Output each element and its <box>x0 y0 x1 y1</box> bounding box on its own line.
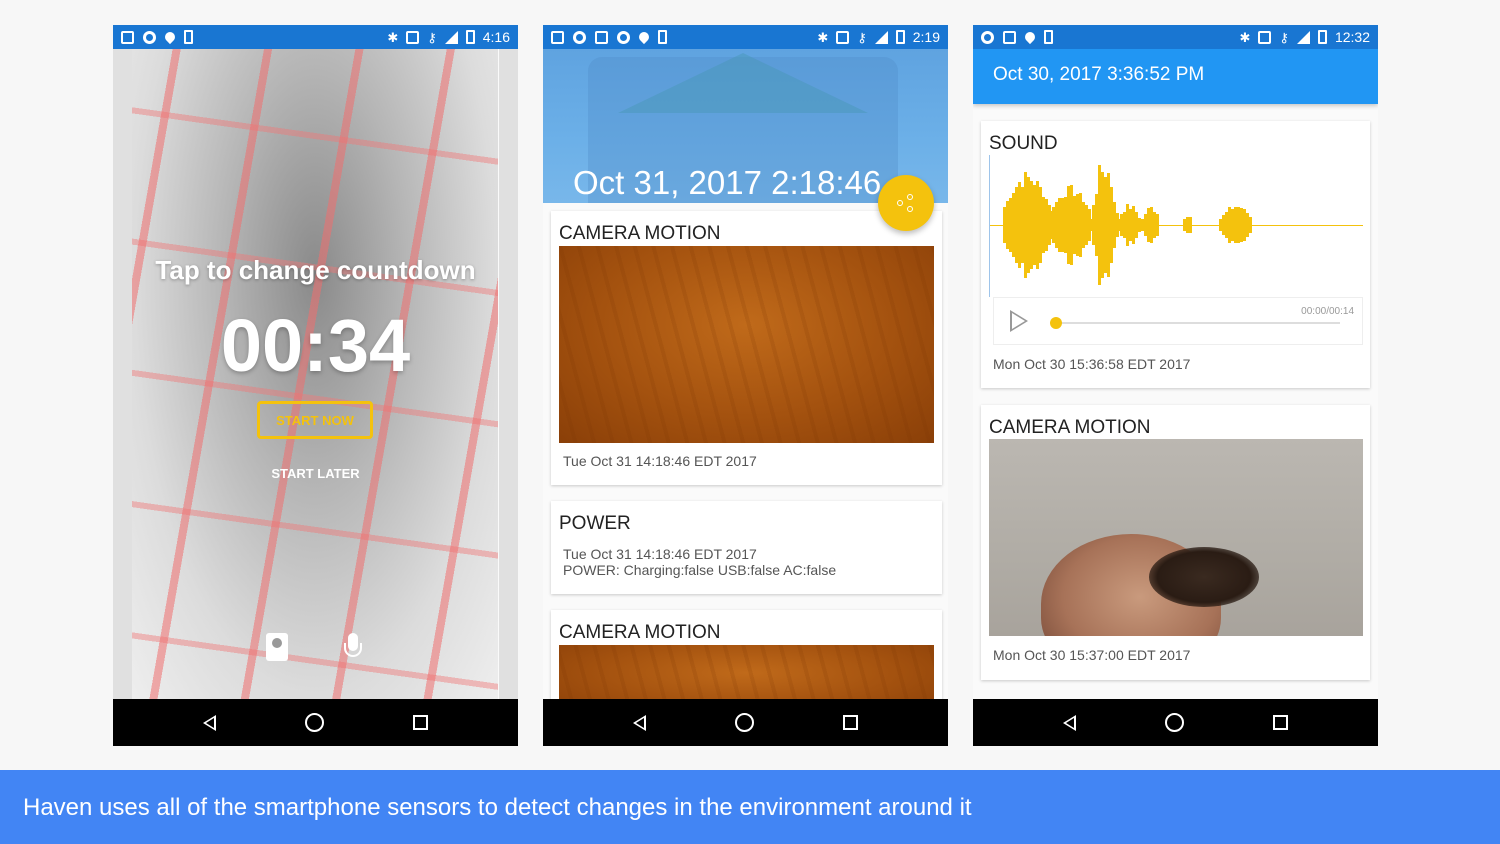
recents-icon[interactable] <box>1273 715 1289 730</box>
status-bar: ✱ ⚷ 2:19 <box>543 25 948 49</box>
video-icon <box>1003 30 1016 44</box>
share-button[interactable] <box>878 175 934 231</box>
play-icon[interactable] <box>1010 310 1028 332</box>
battery-icon <box>1317 30 1327 44</box>
event-card-camera[interactable]: CAMERA MOTION <box>551 610 942 715</box>
microphone-icon[interactable] <box>344 633 362 665</box>
bluetooth-icon: ✱ <box>817 29 829 45</box>
header-title: Oct 31, 2017 2:18:46… <box>573 164 915 201</box>
phone-screen-event-detail: ✱ ⚷ 12:32 Oct 30, 2017 3:36:52 PM SOUND … <box>973 25 1378 746</box>
card-detail: POWER: Charging:false USB:false AC:false <box>563 562 837 578</box>
countdown-instruction[interactable]: Tap to change countdown <box>113 255 518 286</box>
seek-thumb[interactable] <box>1050 317 1062 329</box>
signal-icon <box>444 30 458 44</box>
card-title: SOUND <box>989 133 1058 154</box>
back-icon[interactable] <box>632 714 646 731</box>
battery-icon <box>895 30 905 44</box>
image-notification-icon <box>121 30 134 44</box>
mail-icon <box>551 30 564 44</box>
status-time: 12:32 <box>1334 29 1370 45</box>
playback-time: 00:00/00:14 <box>1301 306 1354 317</box>
event-card-power[interactable]: POWER Tue Oct 31 14:18:46 EDT 2017 POWER… <box>551 501 942 594</box>
audio-player: 00:00/00:14 <box>993 297 1363 345</box>
device-notification-icon <box>1044 30 1053 44</box>
caption-text: Haven uses all of the smartphone sensors… <box>23 794 972 821</box>
caption-bar: Haven uses all of the smartphone sensors… <box>0 770 1500 844</box>
app-bar-title: Oct 30, 2017 3:36:52 PM <box>993 64 1205 85</box>
countdown-timer[interactable]: 00:34 <box>113 303 518 388</box>
start-now-button[interactable]: START NOW <box>257 401 373 439</box>
vibrate-icon <box>836 30 850 44</box>
nav-bar <box>543 699 948 746</box>
status-bar: ✱ ⚷ 4:16 <box>113 25 518 49</box>
key-icon: ⚷ <box>427 29 437 45</box>
home-icon[interactable] <box>734 713 754 732</box>
bluetooth-icon: ✱ <box>1239 29 1251 45</box>
recents-icon[interactable] <box>413 715 429 730</box>
collapsing-header: Oct 31, 2017 2:18:46… <box>543 49 948 203</box>
back-icon[interactable] <box>1062 714 1076 731</box>
app-bar: Oct 30, 2017 3:36:52 PM <box>973 49 1378 104</box>
device-notification-icon <box>184 30 193 44</box>
seek-track[interactable] <box>1056 322 1340 324</box>
house-roof-shape <box>618 53 868 113</box>
drop-notification-icon <box>1022 29 1038 45</box>
motion-photo[interactable] <box>989 439 1363 636</box>
nav-bar <box>973 699 1378 746</box>
hair-shape <box>1149 547 1259 607</box>
phone-screen-countdown: ✱ ⚷ 4:16 Tap to change countdown 00:34 S… <box>113 25 518 746</box>
recents-icon[interactable] <box>843 715 859 730</box>
key-icon: ⚷ <box>857 29 867 45</box>
card-title: CAMERA MOTION <box>989 417 1151 438</box>
calendar-icon <box>595 30 608 44</box>
vibrate-icon <box>1258 30 1272 44</box>
waveform-start-marker <box>989 155 990 297</box>
vibrate-icon <box>406 30 420 44</box>
device-notification-icon <box>658 30 667 44</box>
card-title: POWER <box>559 513 631 534</box>
nav-bar <box>113 699 518 746</box>
waveform-bar <box>1249 216 1252 234</box>
circle-notification-icon <box>981 30 994 44</box>
clock-icon <box>617 30 630 44</box>
card-timestamp: Tue Oct 31 14:18:46 EDT 2017 <box>563 546 757 562</box>
signal-icon <box>1296 30 1310 44</box>
card-title: CAMERA MOTION <box>559 622 721 643</box>
camera-switch-icon[interactable] <box>266 633 288 661</box>
card-timestamp: Mon Oct 30 15:37:00 EDT 2017 <box>993 647 1191 663</box>
circle-notification-icon <box>573 30 586 44</box>
waveform-bar <box>1156 214 1159 236</box>
phone-screen-event-log: ✱ ⚷ 2:19 Oct 31, 2017 2:18:46… CAMERA MO… <box>543 25 948 746</box>
start-later-button[interactable]: START LATER <box>113 466 518 481</box>
home-icon[interactable] <box>1164 713 1184 732</box>
share-icon <box>897 194 915 212</box>
key-icon: ⚷ <box>1279 29 1289 45</box>
event-card-camera[interactable]: CAMERA MOTION Tue Oct 31 14:18:46 EDT 20… <box>551 211 942 485</box>
bluetooth-icon: ✱ <box>387 29 399 45</box>
circle-notification-icon <box>143 30 156 44</box>
card-timestamp: Mon Oct 30 15:36:58 EDT 2017 <box>993 356 1191 372</box>
motion-photo[interactable] <box>559 246 934 443</box>
status-time: 4:16 <box>482 29 510 45</box>
drop-notification-icon <box>636 29 652 45</box>
back-icon[interactable] <box>202 714 216 731</box>
status-bar: ✱ ⚷ 12:32 <box>973 25 1378 49</box>
card-title: CAMERA MOTION <box>559 223 721 244</box>
home-icon[interactable] <box>304 713 324 732</box>
battery-icon <box>465 30 475 44</box>
sound-waveform <box>989 155 1363 297</box>
card-timestamp: Tue Oct 31 14:18:46 EDT 2017 <box>563 453 757 469</box>
waveform-bar <box>1189 217 1192 233</box>
signal-icon <box>874 30 888 44</box>
status-time: 2:19 <box>912 29 940 45</box>
drop-notification-icon <box>162 29 178 45</box>
